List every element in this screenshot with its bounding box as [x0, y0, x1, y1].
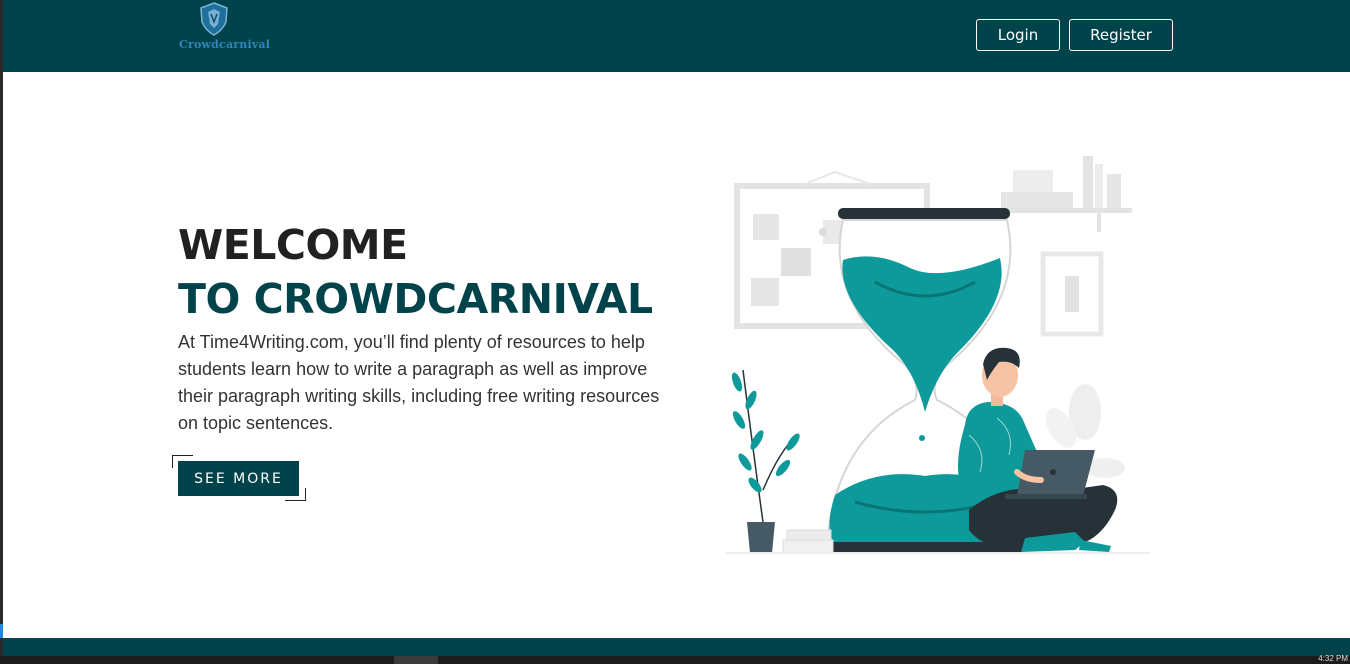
window-edge-indicator	[0, 624, 3, 638]
os-taskbar: 4:32 PM	[0, 654, 1350, 664]
login-button[interactable]: Login	[976, 19, 1060, 51]
book-stack	[782, 529, 834, 554]
see-more-frame: SEE MORE	[172, 455, 306, 501]
footer-bar	[3, 638, 1350, 656]
hero-title-line-1: WELCOME	[178, 221, 408, 269]
potted-plant-left	[731, 369, 800, 553]
person-with-laptop	[958, 347, 1118, 552]
taskbar-app-tile[interactable]	[394, 656, 438, 664]
taskbar-clock: 4:32 PM	[1318, 654, 1348, 663]
crowdcarnival-logo-icon	[200, 2, 228, 36]
wall-shelf	[997, 156, 1132, 232]
top-navbar: Crowdcarnival Login Register	[3, 0, 1350, 72]
hero-description: At Time4Writing.com, you’ll find plenty …	[178, 332, 660, 433]
brand-name: Crowdcarnival	[179, 38, 271, 51]
brand-logo[interactable]: Crowdcarnival	[179, 2, 271, 54]
hero-title: WELCOME TO CROWDCARNIVAL	[178, 218, 653, 326]
picture-frame	[1040, 251, 1104, 337]
window-left-edge	[0, 0, 3, 664]
hero-title-line-2: TO CROWDCARNIVAL	[178, 275, 653, 323]
hourglass-illustration	[725, 156, 1150, 554]
register-button[interactable]: Register	[1069, 19, 1173, 51]
see-more-button[interactable]: SEE MORE	[178, 461, 299, 496]
